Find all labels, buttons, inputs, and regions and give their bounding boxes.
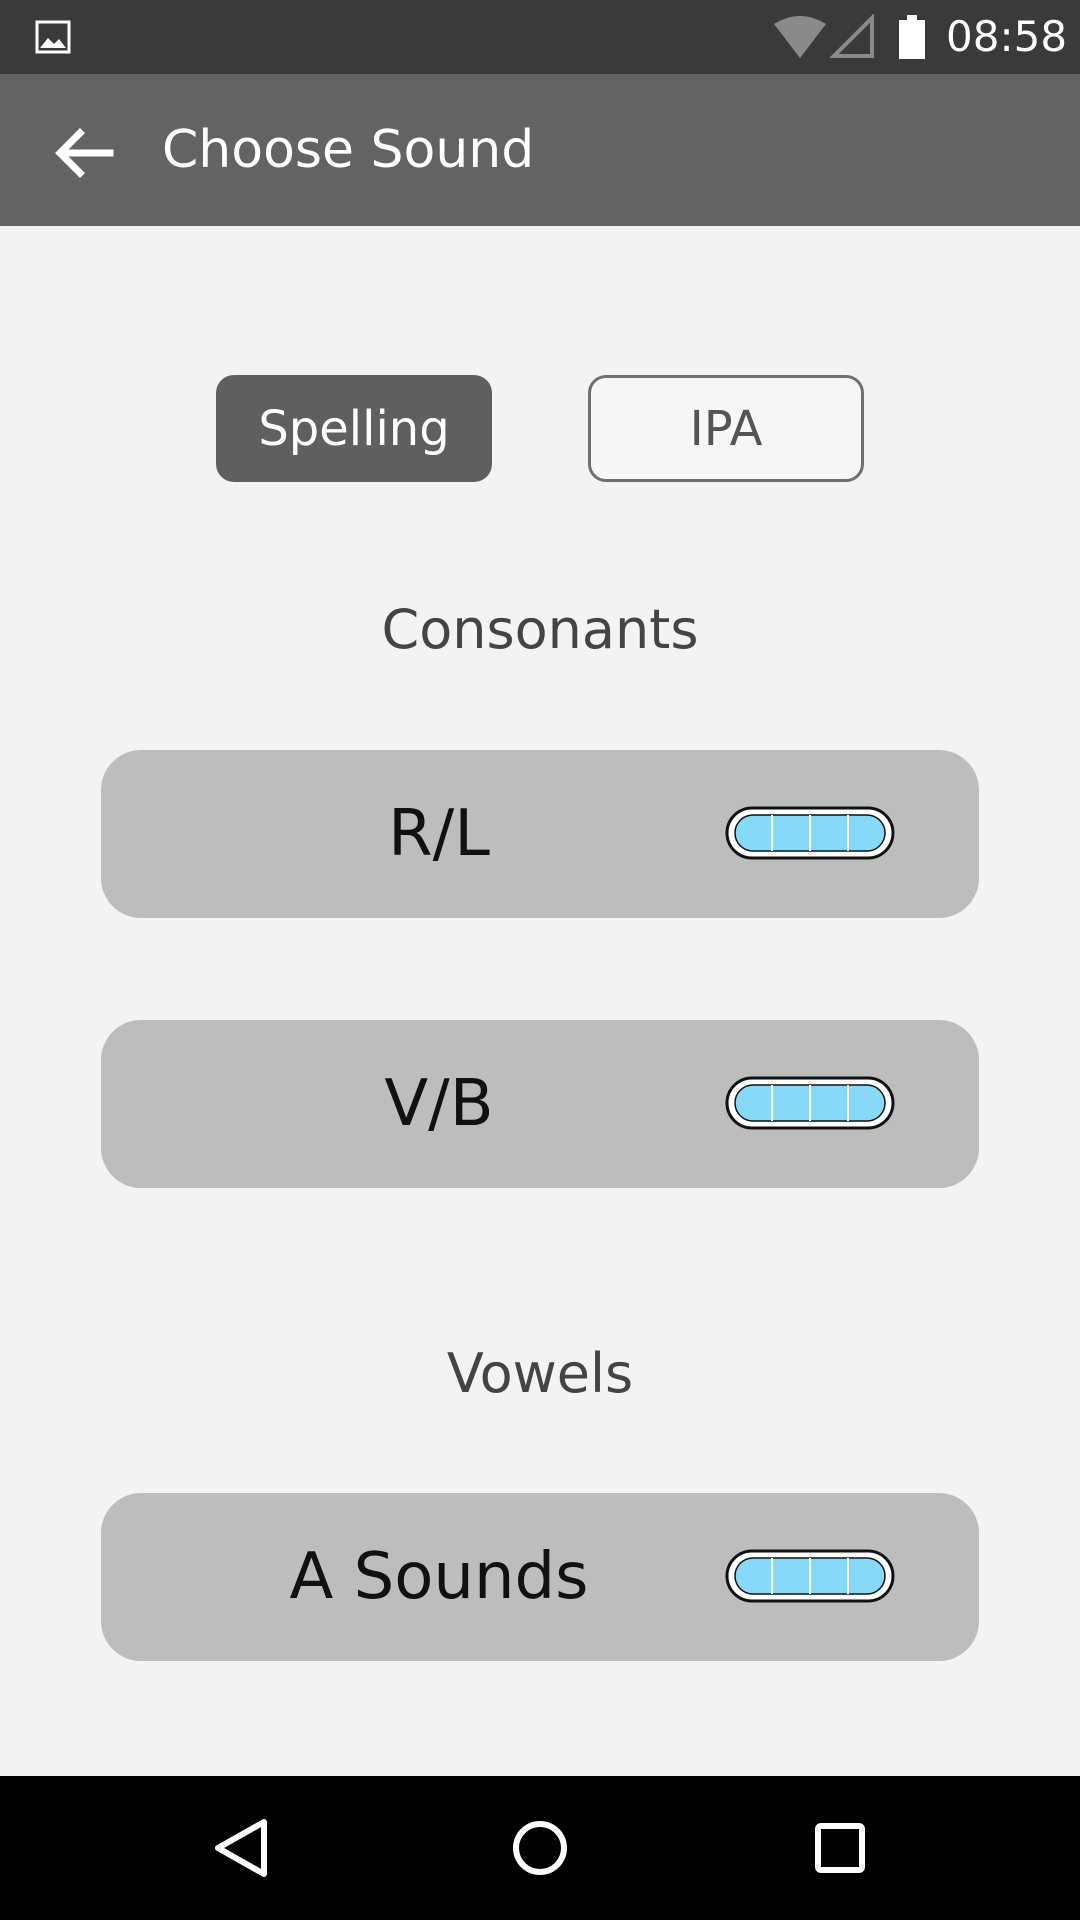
progress-meter — [725, 1076, 895, 1130]
nav-back-icon[interactable] — [200, 1808, 280, 1888]
wifi-icon — [774, 16, 826, 58]
signal-icon — [830, 14, 874, 58]
nav-home-icon[interactable] — [500, 1808, 580, 1888]
navigation-bar — [0, 1776, 1080, 1920]
section-heading-consonants: Consonants — [381, 598, 699, 661]
nav-recents-icon[interactable] — [800, 1808, 880, 1888]
sound-card-r-l[interactable]: R/L — [101, 750, 979, 918]
progress-meter — [725, 806, 895, 860]
arrow-back-icon — [55, 128, 114, 178]
status-bar: 08:58 — [0, 0, 1080, 74]
app-bar: Choose Sound — [0, 74, 1080, 226]
battery-icon — [899, 15, 925, 59]
progress-meter — [725, 1549, 895, 1603]
ipa-toggle-button[interactable]: IPA — [588, 375, 864, 482]
spelling-toggle-button[interactable]: Spelling — [216, 375, 492, 482]
sound-card-v-b[interactable]: V/B — [101, 1020, 979, 1188]
sound-card-label: R/L — [388, 797, 490, 871]
section-heading-vowels: Vowels — [446, 1342, 634, 1405]
back-button[interactable] — [44, 118, 124, 188]
sound-card-label: A Sounds — [289, 1540, 589, 1614]
gallery-icon — [35, 20, 71, 54]
page-title: Choose Sound — [162, 120, 535, 180]
status-time: 08:58 — [946, 12, 1068, 61]
sound-card-label: V/B — [384, 1067, 494, 1141]
sound-card-a-sounds[interactable]: A Sounds — [101, 1493, 979, 1661]
